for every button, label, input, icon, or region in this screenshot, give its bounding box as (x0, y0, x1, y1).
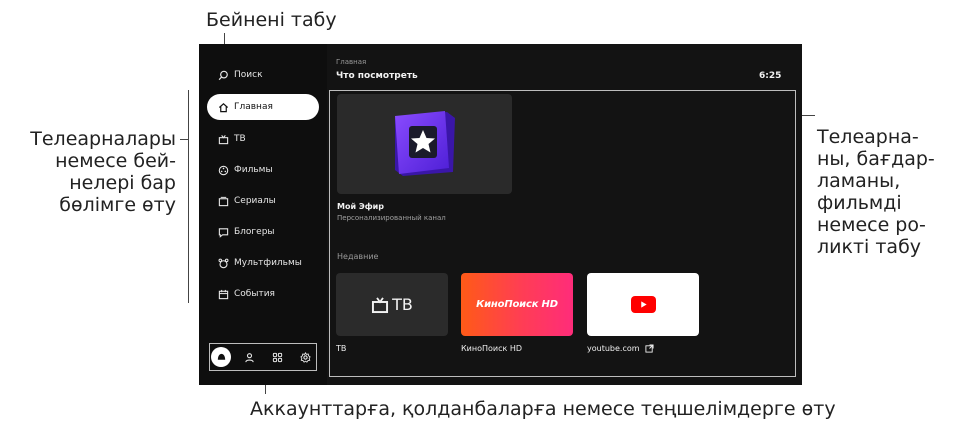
callout-search: Бейнені табу (206, 9, 337, 31)
bottom-highlight-box (209, 343, 317, 371)
page-title: Что посмотреть (336, 71, 418, 81)
breadcrumb: Главная (336, 58, 367, 66)
callout-line-left-bracket (188, 90, 189, 303)
callout-sections: Телеарналары немесе бей- нелері бар бөлі… (30, 128, 176, 216)
content-highlight-box (329, 90, 796, 377)
clock: 6:25 (759, 71, 782, 81)
tv-screen: Поиск Главная ТВ Фильмы Сериалы Блогеры … (199, 44, 802, 385)
search-highlight-box (204, 60, 322, 90)
callout-bottom: Аккаунттарға, қолданбаларға немесе теңше… (250, 398, 836, 420)
sections-highlight-box (203, 90, 326, 303)
callout-content: Телеарна- ны, бағдар- ламаны, фильмді не… (817, 126, 935, 258)
callout-line-left (180, 139, 188, 140)
